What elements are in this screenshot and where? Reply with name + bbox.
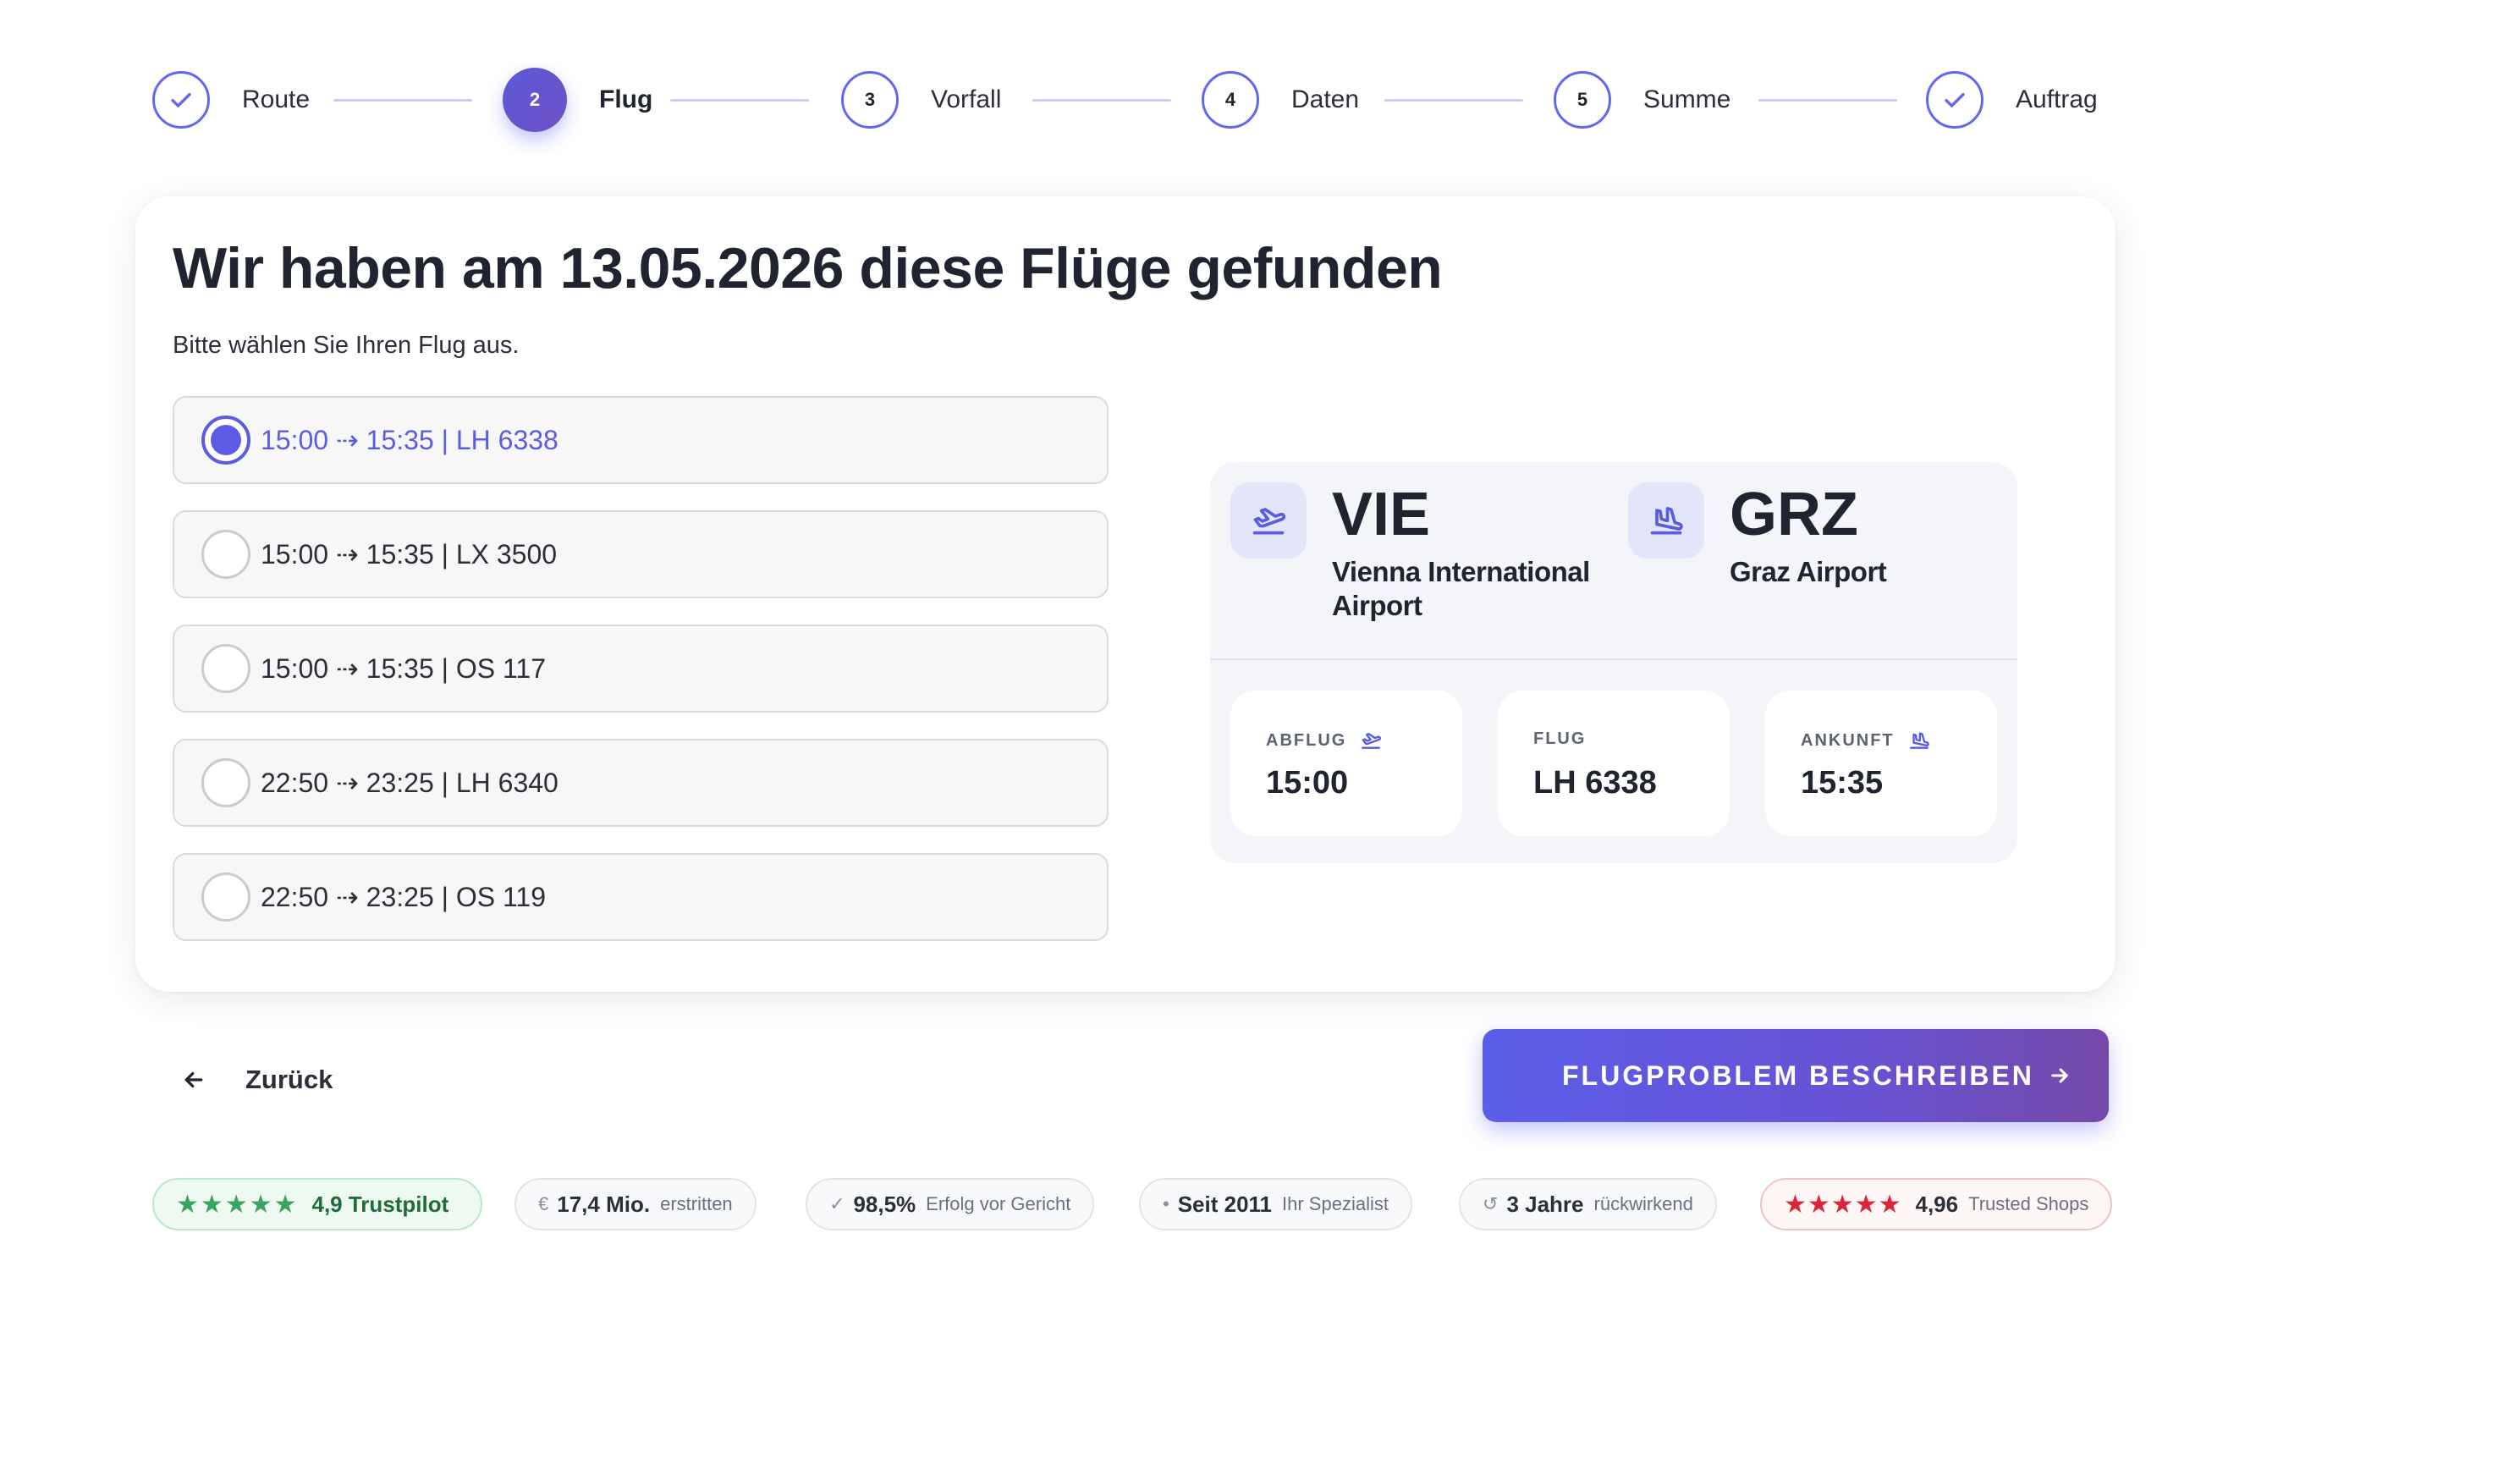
step-daten[interactable]: 4 Daten [1202, 68, 1359, 132]
cta-label: FLUGPROBLEM BESCHREIBEN [1562, 1059, 2034, 1091]
flight-label: FLUG [1533, 729, 1587, 748]
radio-dot [211, 425, 241, 455]
plane-landing-icon [1628, 482, 1704, 559]
retro-caption: rückwirkend [1593, 1193, 1693, 1214]
step-number: 2 [503, 68, 567, 132]
retroactive-badge: ↺ 3 Jahre rückwirkend [1459, 1178, 1717, 1230]
flight-details-panel: VIE Vienna International Airport GRZ Gra… [1210, 462, 2017, 863]
arrival-time: 15:35 [1801, 765, 1884, 801]
step-label: Auftrag [2016, 85, 2098, 113]
radio-button[interactable] [201, 872, 250, 922]
departure-label: ABFLUG [1266, 729, 1382, 751]
page-title: Wir haben am 13.05.2026 diese Flüge gefu… [173, 236, 1443, 300]
plane-takeoff-icon [1362, 733, 1382, 749]
plane-takeoff-icon [1230, 482, 1307, 559]
describe-problem-button[interactable]: FLUGPROBLEM BESCHREIBEN [1483, 1029, 2109, 1122]
step-vorfall[interactable]: 3 Vorfall [841, 68, 1001, 132]
departure-time: 15:00 [1266, 765, 1349, 801]
step-number: 5 [1554, 71, 1611, 129]
origin-name: Vienna International Airport [1332, 555, 1590, 623]
flight-option[interactable]: 15:00 ⇢ 15:35 | LX 3500 [173, 510, 1109, 598]
flight-options-list: 15:00 ⇢ 15:35 | LH 6338 15:00 ⇢ 15:35 | … [173, 396, 1109, 967]
step-number: 3 [841, 71, 899, 129]
radio-button[interactable] [201, 758, 250, 807]
retro-years: 3 Jahre [1506, 1191, 1584, 1217]
destination-name: Graz Airport [1730, 556, 1887, 587]
trustpilot-text: 4,9 Trustpilot [311, 1191, 449, 1217]
flight-number: LH 6338 [1533, 765, 1657, 801]
destination-code: GRZ [1730, 481, 1858, 548]
since-badge: • Seit 2011 Ihr Spezialist [1139, 1178, 1412, 1230]
success-caption: Erfolg vor Gericht [926, 1193, 1071, 1214]
departure-box: ABFLUG 15:00 [1230, 691, 1462, 836]
flight-option-label: 15:00 ⇢ 15:35 | OS 117 [261, 653, 546, 684]
plane-landing-icon [1909, 732, 1929, 749]
since-caption: Ihr Spezialist [1282, 1193, 1389, 1214]
arrival-label: ANKUNFT [1801, 729, 1930, 751]
step-label: Route [242, 85, 311, 113]
bullet-icon: • [1163, 1193, 1169, 1214]
compensation-caption: erstritten [660, 1193, 733, 1214]
flight-option-label: 15:00 ⇢ 15:35 | LX 3500 [261, 539, 558, 570]
star-rating-icon: ★★★★★ [1784, 1190, 1902, 1219]
flight-option-label: 22:50 ⇢ 23:25 | LH 6340 [261, 768, 558, 798]
departure-label-text: ABFLUG [1266, 730, 1347, 750]
since-year: Seit 2011 [1177, 1191, 1273, 1217]
flight-option[interactable]: 22:50 ⇢ 23:25 | OS 119 [173, 853, 1109, 941]
step-label: Vorfall [931, 85, 1002, 113]
flight-option[interactable]: 22:50 ⇢ 23:25 | LH 6340 [173, 739, 1109, 827]
origin-code: VIE [1332, 481, 1431, 548]
radio-button[interactable] [201, 530, 250, 579]
stepper-connector [1758, 99, 1897, 102]
step-label: Summe [1643, 85, 1731, 113]
progress-stepper: Route 2 Flug 3 Vorfall 4 Daten 5 Summe A… [152, 68, 2099, 132]
stepper-connector [333, 99, 472, 102]
history-icon: ↺ [1483, 1193, 1499, 1214]
flight-selection-card: Wir haben am 13.05.2026 diese Flüge gefu… [135, 196, 2116, 992]
flight-number-box: FLUG LH 6338 [1498, 691, 1730, 836]
arrow-right-icon [2051, 1068, 2068, 1083]
origin-name-line: Airport [1332, 590, 1422, 621]
divider [1210, 658, 2017, 660]
star-rating-icon: ★★★★★ [176, 1190, 299, 1219]
compensation-badge: € 17,4 Mio. erstritten [514, 1178, 757, 1230]
flight-option[interactable]: 15:00 ⇢ 15:35 | OS 117 [173, 625, 1109, 713]
success-rate-badge: ✓ 98,5% Erfolg vor Gericht [806, 1178, 1095, 1230]
shops-caption: Trusted Shops [1968, 1193, 2089, 1214]
arrival-label-text: ANKUNFT [1801, 730, 1895, 750]
back-button[interactable]: Zurück [181, 1056, 333, 1104]
step-label: Flug [599, 85, 653, 113]
arrival-box: ANKUNFT 15:35 [1765, 691, 1997, 836]
destination-airport: GRZ Graz Airport [1628, 481, 1887, 589]
shops-rating: 4,96 [1915, 1191, 1959, 1217]
radio-button[interactable] [201, 416, 250, 465]
flight-option-label: 22:50 ⇢ 23:25 | OS 119 [261, 882, 546, 912]
flight-option[interactable]: 15:00 ⇢ 15:35 | LH 6338 [173, 396, 1109, 484]
check-icon [1926, 71, 1984, 129]
radio-button[interactable] [201, 644, 250, 693]
origin-name-line: Vienna International [1332, 556, 1590, 587]
flight-option-label: 15:00 ⇢ 15:35 | LH 6338 [261, 425, 558, 455]
trusted-shops-badge: ★★★★★ 4,96 Trusted Shops [1760, 1178, 2113, 1230]
compensation-amount: 17,4 Mio. [557, 1191, 651, 1217]
trustpilot-badge: ★★★★★ 4,9 Trustpilot [152, 1178, 483, 1230]
stepper-connector [670, 99, 809, 102]
step-label: Daten [1291, 85, 1360, 113]
check-icon: ✓ [829, 1193, 845, 1214]
arrow-left-icon [184, 1071, 203, 1088]
success-rate: 98,5% [853, 1191, 916, 1217]
stepper-connector [1384, 99, 1523, 102]
stepper-connector [1032, 99, 1171, 102]
euro-icon: € [538, 1193, 549, 1214]
step-number: 4 [1202, 71, 1259, 129]
page-subtitle: Bitte wählen Sie Ihren Flug aus. [173, 332, 520, 359]
step-route[interactable]: Route [152, 68, 310, 132]
step-flug[interactable]: 2 Flug [503, 68, 652, 132]
step-auftrag[interactable]: Auftrag [1926, 68, 2098, 132]
step-summe[interactable]: 5 Summe [1554, 68, 1730, 132]
origin-airport: VIE Vienna International Airport [1230, 482, 1590, 623]
back-button-label: Zurück [245, 1065, 333, 1094]
check-icon [152, 71, 210, 129]
